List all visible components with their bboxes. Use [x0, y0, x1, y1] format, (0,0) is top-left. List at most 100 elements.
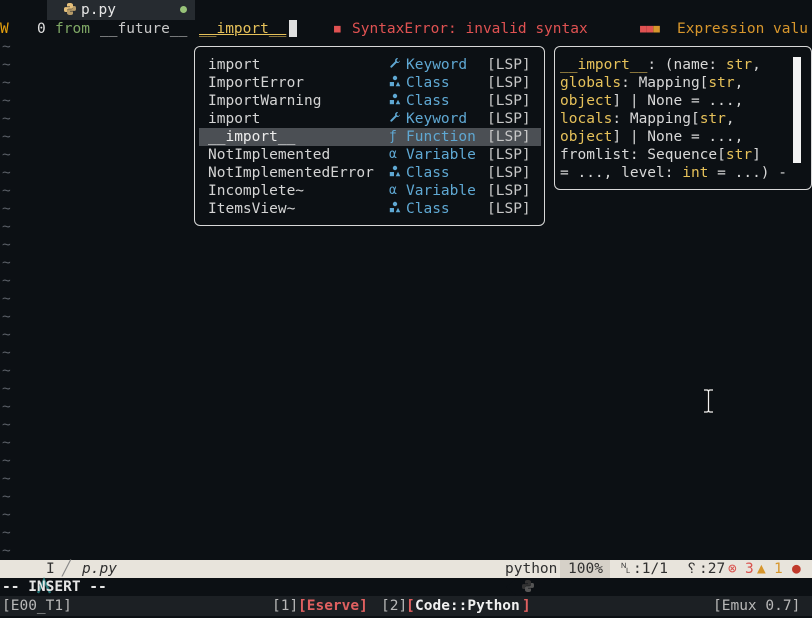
doc-line: fromlist: Sequence[str]	[560, 146, 761, 164]
window-2-name[interactable]: Code::Python	[415, 597, 520, 615]
doc-token: : Mapping[	[612, 111, 700, 127]
completion-kind: Function	[406, 129, 476, 145]
python-icon	[63, 2, 77, 21]
separator-icon: ╱	[62, 561, 71, 577]
doc-line: object] | None = ...,	[560, 128, 743, 146]
doc-token: globals	[560, 75, 622, 91]
doc-line: object] | None = ...,	[560, 92, 743, 110]
code-line-1[interactable]: W 0 from __future__ __import__ ■ SyntaxE…	[0, 20, 812, 38]
completion-label: import	[208, 111, 261, 127]
completion-item[interactable]: __import__ ƒ Function [LSP]	[199, 128, 541, 146]
window-2-name-bracket-close: ]	[522, 598, 531, 614]
completion-kind: Variable	[406, 183, 476, 199]
class-icon	[389, 200, 401, 218]
warning-count-icon: ▲	[757, 561, 766, 577]
completion-item[interactable]: Incomplete~ α Variable [LSP]	[199, 182, 541, 200]
variable-icon: α	[389, 183, 397, 198]
error-count: 3	[745, 561, 754, 577]
empty-line-tilde: ~	[2, 273, 11, 289]
doc-token: = ...) -	[708, 165, 787, 181]
completion-label: ImportError	[208, 75, 305, 91]
status-filetype: python	[505, 561, 558, 577]
doc-line: globals: Mapping[str,	[560, 74, 743, 92]
empty-line-tilde: ~	[2, 345, 11, 361]
completion-item[interactable]: ImportWarning Class [LSP]	[199, 92, 541, 110]
empty-line-tilde: ~	[2, 39, 11, 55]
completion-item[interactable]: import Keyword [LSP]	[199, 110, 541, 128]
completion-label: ImportWarning	[208, 93, 322, 109]
completion-label: NotImplementedError	[208, 165, 374, 181]
app-version: [Emux 0.7]	[713, 598, 801, 614]
completion-item[interactable]: NotImplemented α Variable [LSP]	[199, 146, 541, 164]
doc-token: : Mapping[	[621, 75, 709, 91]
diagnostic-flag: W	[0, 21, 9, 37]
empty-line-tilde: ~	[2, 183, 11, 199]
doc-token: str	[708, 75, 735, 91]
empty-line-tilde: ~	[2, 111, 11, 127]
window-1-number[interactable]: [1]	[272, 597, 298, 615]
doc-token: locals	[560, 111, 613, 127]
window-1-name[interactable]: [Eserve]	[298, 597, 368, 615]
empty-line-tilde: ~	[2, 525, 11, 541]
empty-line-tilde: ~	[2, 435, 11, 451]
line-number-icon: ␤	[620, 561, 632, 577]
empty-line-tilde: ~	[2, 165, 11, 181]
status-column: :27	[699, 561, 726, 577]
completion-item[interactable]: import Keyword [LSP]	[199, 56, 541, 74]
session-name[interactable]: [E00_T1]	[2, 597, 72, 615]
doc-token: : (name:	[647, 57, 726, 73]
doc-token: ] | None = ...,	[612, 129, 744, 145]
wrench-icon	[389, 56, 401, 74]
doc-token: str	[725, 147, 753, 163]
status-filename: p.py	[82, 561, 117, 577]
completion-kind: Class	[406, 165, 450, 181]
error-marker-icon: ■	[334, 22, 341, 35]
class-icon	[389, 92, 401, 110]
doc-token: fromlist: Sequence[	[560, 147, 726, 163]
error-count-icon: ⊗	[728, 561, 737, 577]
completion-kind: Keyword	[406, 57, 468, 73]
code-module: __future__	[100, 21, 188, 37]
warning-count: 1	[774, 561, 783, 577]
completion-kind: Variable	[406, 147, 476, 163]
completion-source: [LSP]	[487, 57, 531, 73]
empty-line-tilde: ~	[2, 291, 11, 307]
empty-line-tilde: ~	[2, 363, 11, 379]
class-icon	[389, 164, 401, 182]
completion-source: [LSP]	[487, 75, 531, 91]
completion-menu[interactable]: import Keyword [LSP] ImportError Class [LSP] I…	[194, 46, 545, 226]
doc-token: str	[699, 111, 726, 127]
window-2-name-bracket: [	[406, 598, 415, 614]
diagnostic-severity-icon: ■■■	[640, 22, 660, 35]
empty-line-tilde: ~	[2, 93, 11, 109]
empty-line-tilde: ~	[2, 219, 11, 235]
class-icon	[389, 74, 401, 92]
mouse-ibeam-icon	[703, 388, 714, 414]
tab-p-py[interactable]: p.py	[47, 0, 195, 20]
empty-line-tilde: ~	[2, 255, 11, 271]
code-keyword: from	[55, 21, 90, 37]
status-percent: 100%	[568, 561, 603, 577]
doc-token: object	[560, 129, 613, 145]
empty-line-tilde: ~	[2, 543, 11, 559]
column-icon: ␦	[686, 561, 698, 577]
completion-source: [LSP]	[487, 147, 531, 163]
empty-line-tilde: ~	[2, 75, 11, 91]
window-2-number[interactable]: [2]	[381, 597, 407, 615]
completion-source: [LSP]	[487, 93, 531, 109]
empty-line-tilde: ~	[2, 381, 11, 397]
wrench-icon	[389, 110, 401, 128]
empty-line-tilde: ~	[2, 201, 11, 217]
empty-line-tilde: ~	[2, 57, 11, 73]
doc-token: ,	[752, 57, 761, 73]
doc-scrollbar[interactable]	[793, 57, 801, 163]
command-line: -- INSERT --	[0, 578, 812, 596]
doc-token: ] | None = ...,	[612, 93, 744, 109]
completion-item[interactable]: NotImplementedError Class [LSP]	[199, 164, 541, 182]
completion-item[interactable]: ImportError Class [LSP]	[199, 74, 541, 92]
session-bar: [E00_T1] [1] [Eserve] [2] [ Code::Python…	[0, 596, 812, 616]
completion-kind: Class	[406, 93, 450, 109]
completion-item[interactable]: ItemsView~ Class [LSP]	[199, 200, 541, 218]
completion-source: [LSP]	[487, 111, 531, 127]
completion-label: NotImplemented	[208, 147, 331, 163]
